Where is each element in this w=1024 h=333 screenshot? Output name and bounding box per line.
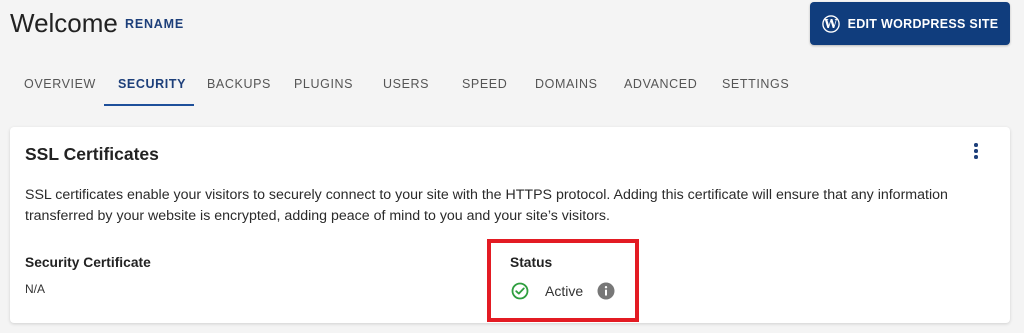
tab-settings[interactable]: SETTINGS xyxy=(722,62,789,106)
tab-domains[interactable]: DOMAINS xyxy=(535,62,598,106)
status-value: Active xyxy=(545,283,584,299)
site-tabs: OVERVIEW SECURITY BACKUPS PLUGINS USERS … xyxy=(0,62,1024,108)
card-description: SSL certificates enable your visitors to… xyxy=(25,187,948,224)
card-title: SSL Certificates xyxy=(25,144,159,164)
status-row: Active xyxy=(511,280,615,302)
security-certificate-label: Security Certificate xyxy=(25,255,151,270)
info-icon[interactable] xyxy=(597,282,615,300)
edit-wordpress-site-label: EDIT WORDPRESS SITE xyxy=(847,16,999,31)
check-circle-icon xyxy=(511,282,529,300)
ssl-certificates-card: SSL Certificates SSL certificates enable… xyxy=(10,127,1010,323)
tab-users[interactable]: USERS xyxy=(383,62,429,106)
security-certificate-value: N/A xyxy=(25,282,46,296)
tab-plugins[interactable]: PLUGINS xyxy=(294,62,353,106)
wordpress-icon: W xyxy=(821,14,840,33)
tab-security[interactable]: SECURITY xyxy=(118,62,186,106)
status-label: Status xyxy=(510,255,553,270)
edit-wordpress-site-button[interactable]: W EDIT WORDPRESS SITE xyxy=(810,2,1010,45)
tab-speed[interactable]: SPEED xyxy=(462,62,507,106)
active-tab-indicator xyxy=(104,104,194,106)
rename-link[interactable]: RENAME xyxy=(125,17,184,31)
more-vertical-icon[interactable] xyxy=(968,141,984,161)
tab-overview[interactable]: OVERVIEW xyxy=(24,62,96,106)
svg-text:W: W xyxy=(823,17,838,31)
tab-backups[interactable]: BACKUPS xyxy=(207,62,271,106)
page-header: Welcome RENAME W EDIT WORDPRESS SITE xyxy=(0,0,1024,60)
tab-advanced[interactable]: ADVANCED xyxy=(624,62,697,106)
page-title: Welcome xyxy=(10,8,118,38)
